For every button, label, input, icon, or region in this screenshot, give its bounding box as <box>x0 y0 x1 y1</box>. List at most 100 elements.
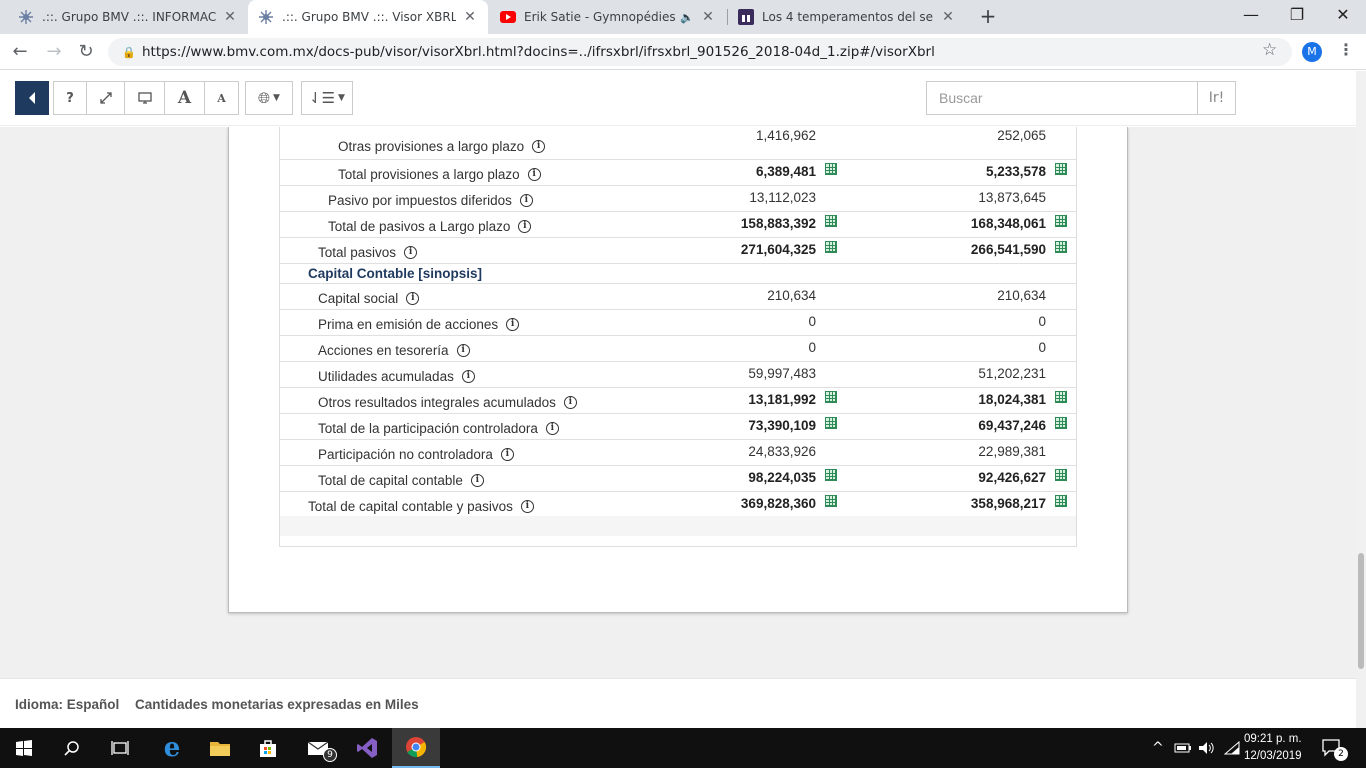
calculator-icon[interactable] <box>825 495 837 507</box>
report-frame: Otras provisiones a largo plazo i 1,416,9… <box>228 127 1128 613</box>
info-icon[interactable]: i <box>500 448 514 461</box>
tab-visor-xbrl[interactable]: .::. Grupo BMV .::. Visor XBRL ✕ <box>248 0 488 34</box>
calculator-icon[interactable] <box>825 163 837 175</box>
calculator-icon[interactable] <box>1055 391 1067 403</box>
back-arrow-icon[interactable]: ← <box>8 40 32 64</box>
calculator-icon[interactable] <box>1055 241 1067 253</box>
value-previous: 0 <box>1038 340 1046 355</box>
collapse-sidebar-button[interactable] <box>15 81 49 115</box>
value-previous: 92,426,627 <box>978 470 1046 485</box>
close-tab-icon[interactable]: ✕ <box>222 9 238 25</box>
table-row: Total de la participación controladora i … <box>280 414 1076 440</box>
info-icon[interactable]: i <box>520 500 534 513</box>
presentation-button[interactable] <box>124 81 165 115</box>
calculator-icon[interactable] <box>825 417 837 429</box>
info-icon[interactable]: i <box>470 474 484 487</box>
reload-icon[interactable]: ↻ <box>74 40 98 64</box>
table-row: Utilidades acumuladas i 59,997,483 51,202… <box>280 362 1076 388</box>
row-label: Participación no controladora <box>318 447 493 462</box>
windows-taskbar: e 9 ^ 09:21 p. m. 12/03/2019 2 <box>0 728 1366 768</box>
gift-icon <box>738 9 754 25</box>
calculator-icon[interactable] <box>1055 163 1067 175</box>
info-icon[interactable]: i <box>518 220 532 233</box>
info-icon[interactable]: i <box>527 168 541 181</box>
increase-font-button[interactable]: A <box>164 81 205 115</box>
value-previous: 13,873,645 <box>978 190 1046 205</box>
help-button[interactable]: ? <box>53 81 87 115</box>
info-icon[interactable]: i <box>563 396 577 409</box>
calculator-icon[interactable] <box>825 391 837 403</box>
clock-date: 12/03/2019 <box>1244 750 1302 762</box>
system-clock[interactable]: 09:21 p. m. 12/03/2019 <box>1244 731 1302 765</box>
forward-arrow-icon[interactable]: → <box>42 40 66 64</box>
info-icon[interactable]: i <box>519 194 533 207</box>
minimize-button[interactable]: — <box>1228 0 1274 30</box>
value-previous: 168,348,061 <box>970 216 1046 231</box>
tab-bmv-informacion[interactable]: .::. Grupo BMV .::. INFORMACIÓN ✕ <box>8 0 248 34</box>
value-previous: 266,541,590 <box>970 242 1046 257</box>
close-window-button[interactable]: ✕ <box>1320 0 1366 30</box>
calculator-icon[interactable] <box>825 215 837 227</box>
value-current: 0 <box>808 340 816 355</box>
row-label: Acciones en tesorería <box>318 343 449 358</box>
volume-icon[interactable] <box>1198 728 1216 768</box>
tab-temperamentos[interactable]: Los 4 temperamentos del ser hur ✕ <box>728 0 966 34</box>
page-scrollbar[interactable] <box>1356 71 1366 728</box>
youtube-icon <box>500 9 516 25</box>
visual-studio-icon[interactable] <box>343 728 391 768</box>
info-icon[interactable]: i <box>404 246 418 259</box>
row-label: Otras provisiones a largo plazo <box>338 139 525 154</box>
search-go-button[interactable]: Ir! <box>1197 81 1236 115</box>
close-tab-icon[interactable]: ✕ <box>940 9 956 25</box>
calculator-icon[interactable] <box>1055 417 1067 429</box>
action-center-icon[interactable]: 2 <box>1322 728 1348 768</box>
close-tab-icon[interactable]: ✕ <box>700 9 716 25</box>
windows-start-icon[interactable] <box>0 728 48 768</box>
info-icon[interactable]: i <box>545 422 559 435</box>
close-tab-icon[interactable]: ✕ <box>462 9 478 25</box>
tab-erik-satie[interactable]: Erik Satie - Gymnopédies - Yo 🔈 ✕ <box>490 0 726 34</box>
speaker-icon[interactable]: 🔈 <box>680 11 694 24</box>
calculator-icon[interactable] <box>825 241 837 253</box>
search-icon[interactable] <box>48 728 96 768</box>
sort-icon: ⇃☰ <box>309 89 336 107</box>
calculator-icon[interactable] <box>1055 215 1067 227</box>
info-icon[interactable]: i <box>456 344 470 357</box>
task-view-icon[interactable] <box>96 728 144 768</box>
edge-browser-icon[interactable]: e <box>148 728 196 768</box>
show-hidden-icons[interactable]: ^ <box>1152 728 1164 768</box>
file-explorer-icon[interactable] <box>196 728 244 768</box>
value-previous: 252,065 <box>997 128 1046 143</box>
sort-dropdown[interactable]: ⇃☰ ▼ <box>301 81 353 115</box>
info-icon[interactable]: i <box>532 140 546 153</box>
value-previous: 51,202,231 <box>978 366 1046 381</box>
new-tab-button[interactable]: + <box>977 5 999 27</box>
calculator-icon[interactable] <box>1055 469 1067 481</box>
calculator-icon[interactable] <box>825 469 837 481</box>
address-bar[interactable]: 🔒 https://www.bmv.com.mx/docs-pub/visor/… <box>108 38 1292 66</box>
url-text: https://www.bmv.com.mx/docs-pub/visor/vi… <box>142 44 935 60</box>
caret-down-icon: ▼ <box>273 93 280 103</box>
row-label: Capital social <box>318 291 399 306</box>
scrollbar-thumb[interactable] <box>1358 553 1364 669</box>
info-icon[interactable]: i <box>406 292 420 305</box>
row-label: Total de la participación controladora <box>318 421 538 436</box>
battery-icon[interactable] <box>1174 728 1192 768</box>
menu-kebab-icon[interactable]: ⋮ <box>1338 40 1354 59</box>
mail-icon[interactable]: 9 <box>294 728 342 768</box>
info-icon[interactable]: i <box>461 370 475 383</box>
fullscreen-button[interactable] <box>86 81 125 115</box>
bookmark-star-icon[interactable]: ☆ <box>1262 40 1277 60</box>
info-icon[interactable]: i <box>506 318 520 331</box>
maximize-button[interactable]: ❐ <box>1274 0 1320 30</box>
table-row: Otras provisiones a largo plazo i 1,416,9… <box>280 128 1076 160</box>
value-current: 13,181,992 <box>748 392 816 407</box>
wifi-icon[interactable] <box>1224 728 1240 768</box>
avatar[interactable]: M <box>1302 42 1322 62</box>
decrease-font-button[interactable]: A <box>204 81 239 115</box>
calculator-icon[interactable] <box>1055 495 1067 507</box>
search-input[interactable]: Buscar <box>926 81 1198 115</box>
language-dropdown[interactable]: 🌐︎ ▼ <box>245 81 293 115</box>
chrome-icon[interactable] <box>392 728 440 768</box>
store-icon[interactable] <box>244 728 292 768</box>
